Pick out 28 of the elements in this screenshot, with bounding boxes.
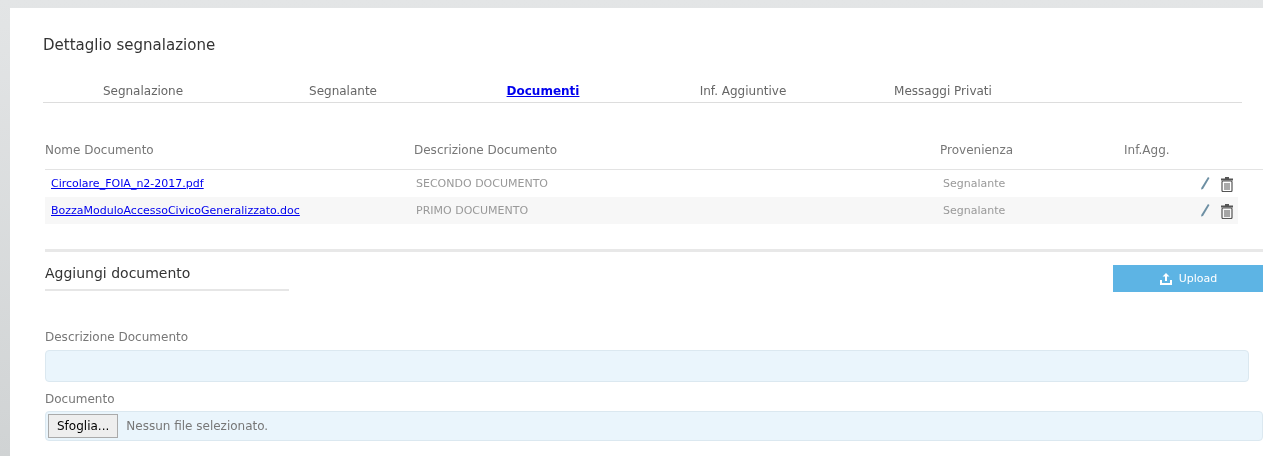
field-label: Documento — [45, 392, 116, 406]
document-link[interactable]: BozzaModuloAccessoCivicoGeneralizzato.doc — [45, 204, 300, 217]
description-field[interactable] — [45, 350, 1249, 382]
table-cell-text: Segnalante — [942, 204, 1007, 217]
page-title: Dettaglio segnalazione — [43, 36, 217, 56]
column-header: Nome Documento — [45, 143, 155, 157]
table-cell-text: PRIMO DOCUMENTO — [415, 204, 530, 217]
column-header: Inf.Agg. — [1124, 143, 1171, 157]
pencil-icon[interactable] — [1200, 202, 1210, 219]
tab[interactable]: Documenti — [443, 84, 643, 98]
document-link[interactable]: Circolare_FOIA_n2-2017.pdf — [45, 177, 204, 190]
upload-icon — [1158, 271, 1173, 286]
tab[interactable]: Messaggi Privati — [843, 84, 1043, 98]
column-header: Provenienza — [940, 143, 1015, 157]
table-cell-text: SECONDO DOCUMENTO — [415, 177, 550, 190]
field-label: Descrizione Documento — [45, 330, 190, 344]
file-status: Nessun file selezionato. — [126, 419, 269, 433]
table-cell-text: Segnalante — [942, 177, 1007, 190]
column-header: Descrizione Documento — [414, 143, 559, 157]
trash-icon[interactable] — [1220, 202, 1234, 219]
pencil-icon[interactable] — [1200, 175, 1210, 192]
file-field[interactable]: Sfoglia... Nessun file selezionato. — [45, 411, 1263, 441]
tab[interactable]: Segnalazione — [43, 84, 243, 98]
tab[interactable]: Inf. Aggiuntive — [643, 84, 843, 98]
trash-icon[interactable] — [1220, 175, 1234, 192]
browse-button[interactable]: Sfoglia... — [48, 414, 119, 438]
section-title: Aggiungi documento — [45, 265, 289, 291]
tab[interactable]: Segnalante — [243, 84, 443, 98]
